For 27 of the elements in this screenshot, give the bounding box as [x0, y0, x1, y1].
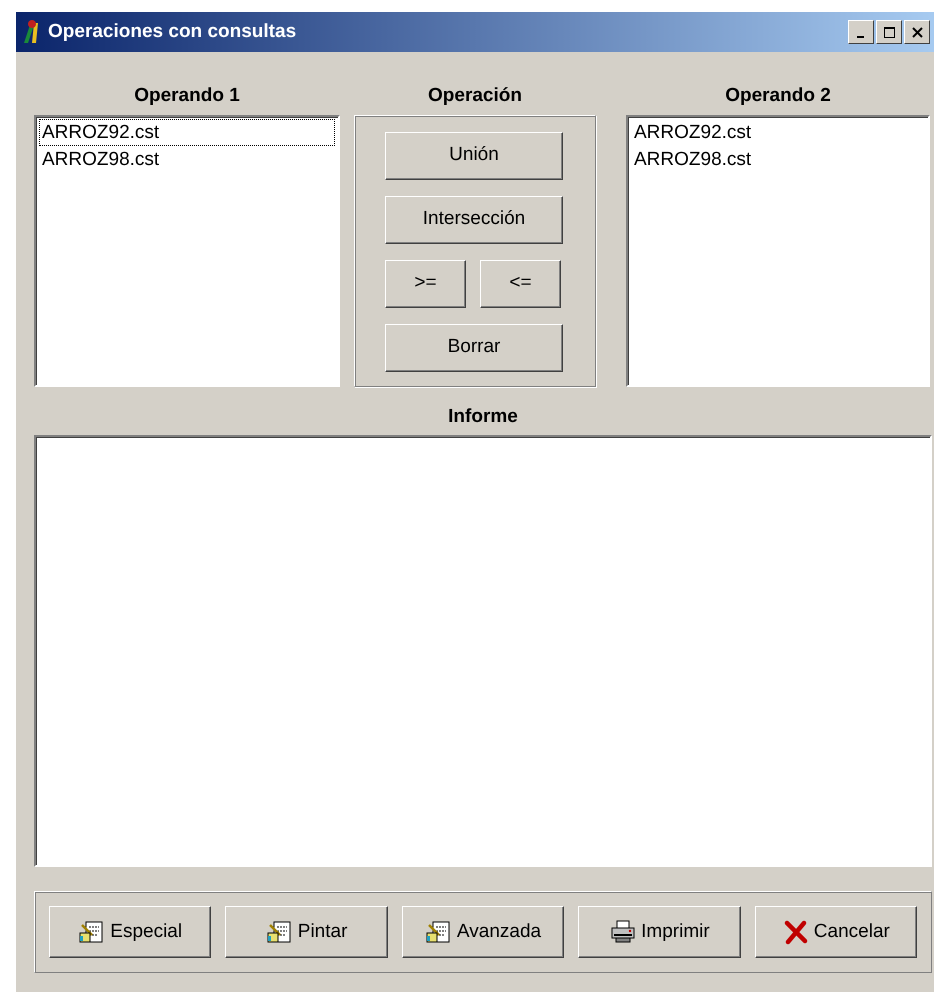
footer-button[interactable]: Pintar: [225, 906, 388, 958]
maximize-button[interactable]: [876, 20, 902, 44]
list-item[interactable]: ARROZ92.cst: [39, 118, 335, 146]
minimize-icon: [857, 36, 865, 38]
printer-icon: [609, 919, 638, 945]
list-box[interactable]: ARROZ92.cst ARROZ98.cst: [626, 114, 930, 386]
operation-button[interactable]: <=: [480, 260, 561, 308]
footer-button[interactable]: Especial: [49, 906, 212, 958]
operation-button[interactable]: Unión: [385, 132, 563, 180]
operation-button[interactable]: Borrar: [385, 324, 563, 372]
list-item[interactable]: ARROZ98.cst: [39, 146, 335, 172]
list-box[interactable]: ARROZ92.cst ARROZ98.cst: [34, 114, 340, 386]
operation-button[interactable]: Intersección: [385, 196, 563, 244]
footer-button[interactable]: Avanzada: [402, 906, 564, 958]
list-label: Operando 2: [724, 84, 832, 108]
report-label: Informe: [447, 404, 519, 428]
list-item[interactable]: ARROZ92.cst: [631, 118, 925, 146]
close-icon: [910, 24, 924, 40]
list-item[interactable]: ARROZ98.cst: [631, 146, 925, 172]
minimize-button[interactable]: [848, 20, 874, 44]
footer-button[interactable]: Cancelar: [754, 906, 918, 958]
operation-button[interactable]: >=: [385, 260, 466, 308]
footer-button[interactable]: Imprimir: [578, 906, 741, 958]
group-label: Operación: [427, 84, 523, 108]
window-title: Operaciones con consultas: [48, 20, 298, 44]
close-button[interactable]: [904, 20, 930, 44]
list-label: Operando 1: [133, 84, 241, 108]
